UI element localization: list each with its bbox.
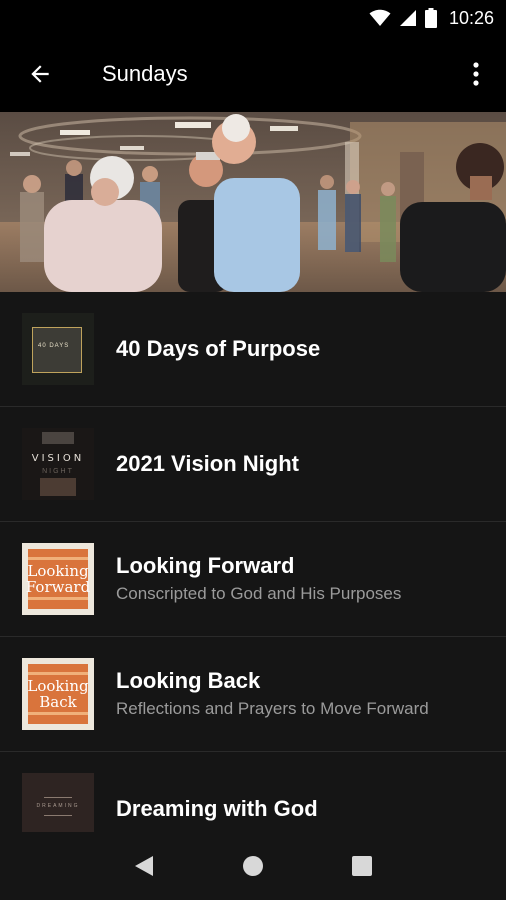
back-triangle-icon	[135, 856, 154, 876]
item-title: Looking Forward	[116, 553, 295, 578]
home-circle-icon	[242, 856, 263, 876]
arrow-left-icon	[31, 65, 49, 83]
recents-square-icon	[351, 856, 372, 876]
thumbnail-looking-forward: Looking Forward	[22, 543, 94, 615]
church-lobby-photo	[0, 112, 506, 292]
status-time: 10:26	[448, 7, 494, 28]
list-item[interactable]: VISION NIGHT 2021 Vision Night	[0, 407, 506, 522]
item-title: 40 Days of Purpose	[116, 336, 321, 361]
page-title: Sundays	[102, 61, 188, 86]
thumbnail-vision-night: VISION NIGHT	[22, 428, 94, 500]
battery-icon	[424, 8, 437, 28]
item-subtitle: Reflections and Prayers to Move Forward	[116, 699, 429, 718]
nav-back-button[interactable]	[119, 841, 169, 891]
status-bar: 10:26	[0, 0, 506, 36]
system-nav-bar	[0, 832, 506, 900]
app-bar: Sundays	[0, 36, 506, 112]
thumbnail-looking-back: Looking Back	[22, 658, 94, 730]
signal-icon	[399, 10, 416, 26]
more-vertical-icon	[473, 62, 479, 86]
item-title: 2021 Vision Night	[116, 451, 299, 476]
thumbnail-dreaming: DREAMING	[22, 773, 94, 832]
list-item[interactable]: DREAMING Dreaming with God	[0, 752, 506, 832]
item-subtitle: Conscripted to God and His Purposes	[116, 584, 402, 603]
hero-image	[0, 112, 506, 292]
item-title: Dreaming with God	[116, 796, 318, 821]
nav-recents-button[interactable]	[337, 841, 387, 891]
list-item[interactable]: 40 DAYS 40 Days of Purpose	[0, 292, 506, 407]
wifi-icon	[369, 9, 391, 26]
thumbnail-40-days: 40 DAYS	[22, 313, 94, 385]
list-item[interactable]: Looking Forward Looking Forward Conscrip…	[0, 522, 506, 637]
item-title: Looking Back	[116, 668, 261, 693]
series-list: 40 DAYS 40 Days of Purpose VISION NIGHT …	[0, 292, 506, 832]
back-button[interactable]	[0, 36, 80, 112]
overflow-menu-button[interactable]	[446, 36, 506, 112]
nav-home-button[interactable]	[228, 841, 278, 891]
list-item[interactable]: Looking Back Looking Back Reflections an…	[0, 637, 506, 752]
